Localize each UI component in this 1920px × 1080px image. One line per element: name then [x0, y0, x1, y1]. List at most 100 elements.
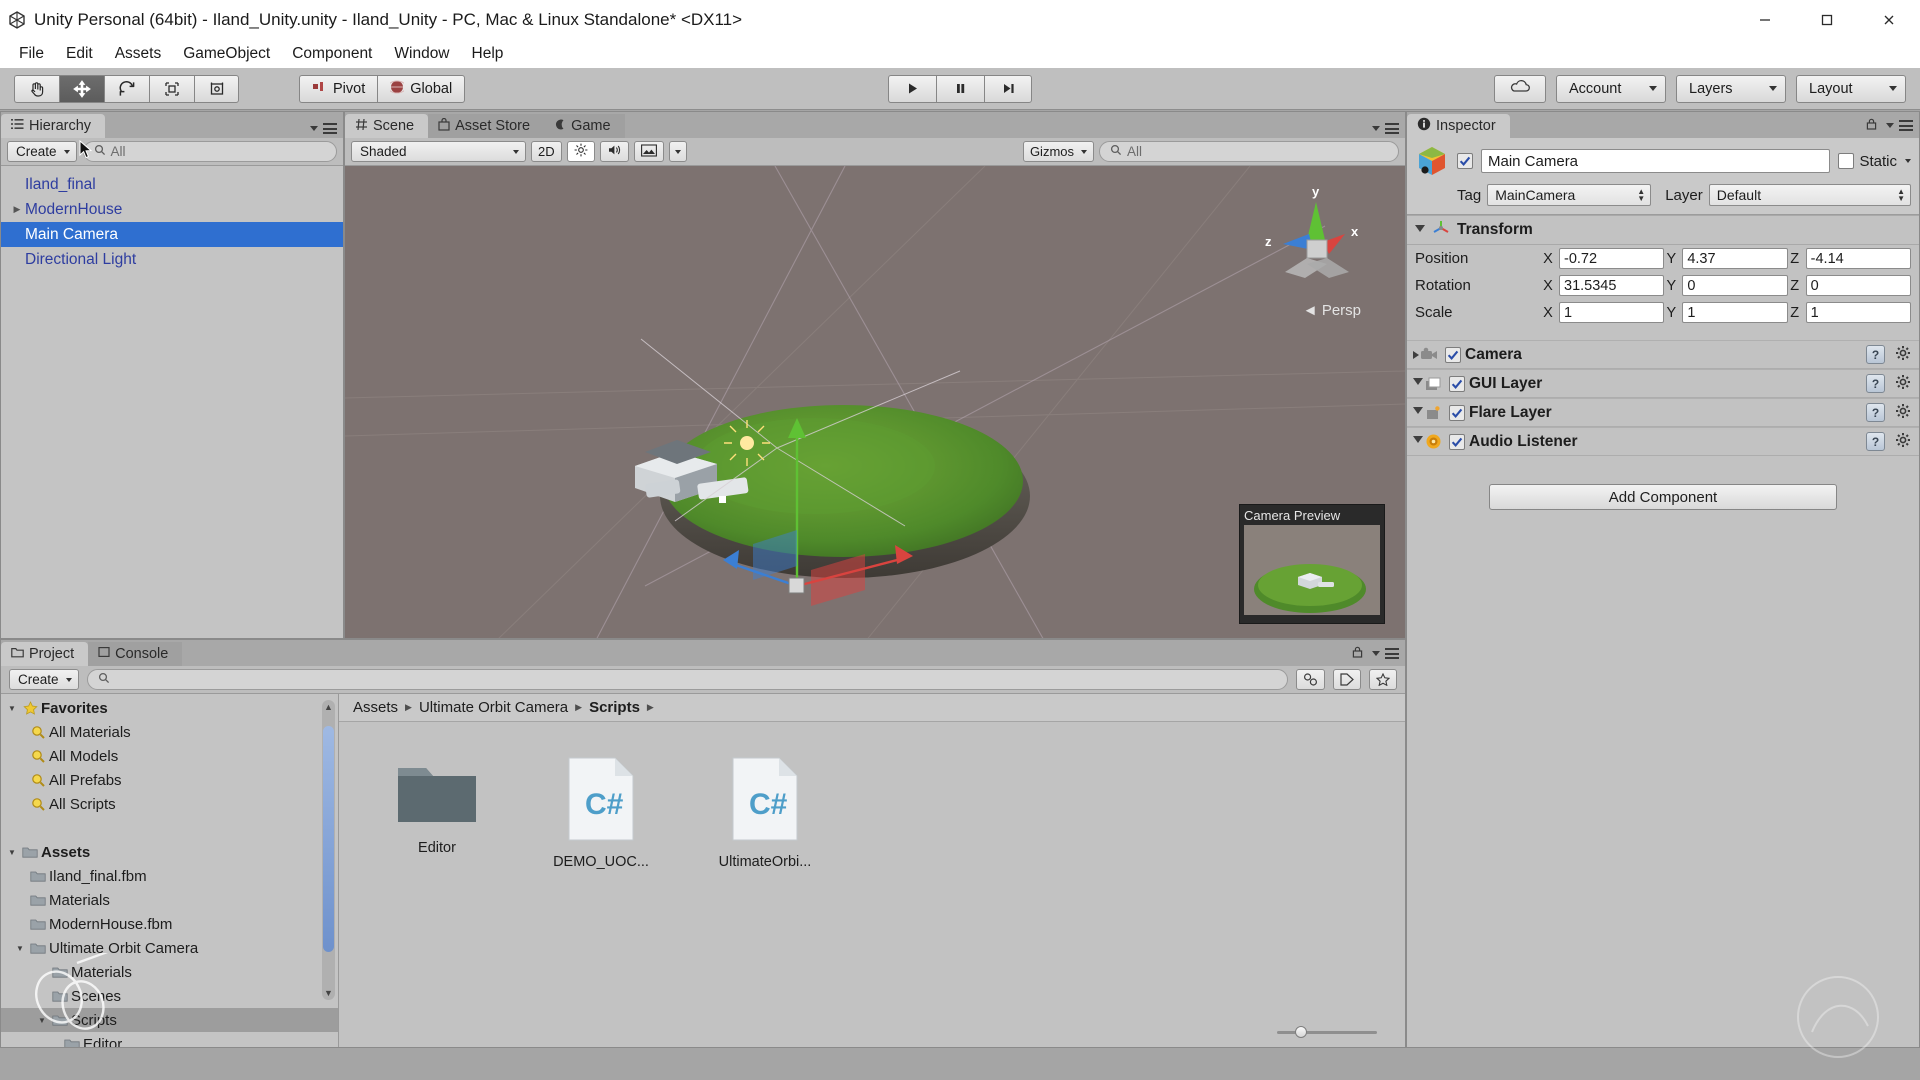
menu-assets[interactable]: Assets [104, 43, 173, 65]
gear-icon[interactable] [1895, 374, 1911, 394]
scale-z-input[interactable]: 1 [1805, 302, 1911, 323]
scrollbar-thumb[interactable] [323, 726, 334, 952]
help-icon[interactable]: ? [1866, 345, 1885, 364]
layout-button[interactable]: Layout [1796, 74, 1906, 103]
tree-item-all-scripts[interactable]: All Scripts [1, 792, 338, 816]
layer-dropdown[interactable]: Default ▲ ▼ [1708, 184, 1911, 206]
breadcrumb-scripts[interactable]: Scripts [589, 699, 640, 716]
menu-gameobject[interactable]: GameObject [172, 43, 281, 65]
static-toggle-group[interactable]: Static [1838, 153, 1911, 170]
effects-toggle-button[interactable] [633, 141, 664, 162]
2d-toggle-button[interactable]: 2D [531, 141, 562, 162]
position-x-input[interactable]: -0.72 [1559, 248, 1665, 269]
hierarchy-item-iland-final[interactable]: Iland_final [1, 172, 343, 197]
add-component-button[interactable]: Add Component [1489, 484, 1837, 510]
scene-search-input[interactable]: All [1099, 141, 1399, 162]
tree-item-all-models[interactable]: All Models [1, 744, 338, 768]
scene-viewport[interactable]: y z x ◄ Persp Camera Preview [345, 166, 1405, 638]
tab-asset-store[interactable]: Asset Store [428, 114, 545, 138]
menu-component[interactable]: Component [281, 43, 383, 65]
position-z-input[interactable]: -4.14 [1805, 248, 1911, 269]
component-enabled-checkbox[interactable] [1449, 404, 1465, 421]
filter-by-label-button[interactable] [1333, 669, 1361, 690]
hierarchy-item-main-camera[interactable]: Main Camera [1, 222, 343, 247]
shading-mode-dropdown[interactable]: Shaded [351, 141, 526, 162]
tree-item-favorites[interactable]: ▼ Favorites [1, 696, 338, 720]
gear-icon[interactable] [1895, 345, 1911, 365]
tree-item-iland-final-fbm[interactable]: Iland_final.fbm [1, 864, 338, 888]
tree-item-all-prefabs[interactable]: All Prefabs [1, 768, 338, 792]
menu-help[interactable]: Help [461, 43, 515, 65]
foldout-icon[interactable] [1413, 378, 1423, 389]
close-button[interactable] [1858, 0, 1920, 40]
slider-knob[interactable] [1295, 1026, 1307, 1038]
tab-inspector[interactable]: Inspector [1407, 114, 1510, 138]
transform-header[interactable]: Transform [1407, 215, 1919, 245]
component-row-camera[interactable]: Camera ? [1407, 340, 1919, 369]
inspector-panel-menu[interactable] [1866, 117, 1913, 134]
lock-icon[interactable] [1866, 117, 1877, 134]
gameobject-name-input[interactable]: Main Camera [1481, 149, 1831, 173]
hand-tool-button[interactable] [14, 74, 59, 103]
scale-x-input[interactable]: 1 [1559, 302, 1665, 323]
tab-game[interactable]: Game [544, 114, 625, 138]
layers-button[interactable]: Layers [1676, 74, 1786, 103]
rotation-y-input[interactable]: 0 [1682, 275, 1788, 296]
scale-y-input[interactable]: 1 [1682, 302, 1788, 323]
audio-toggle-button[interactable] [599, 141, 629, 162]
pivot-toggle-button[interactable]: Pivot [299, 74, 378, 103]
rotate-tool-button[interactable] [104, 74, 149, 103]
scale-tool-button[interactable] [149, 74, 194, 103]
pause-button[interactable] [936, 74, 984, 103]
project-create-button[interactable]: Create [9, 669, 79, 690]
hierarchy-item-directional-light[interactable]: Directional Light [1, 247, 343, 272]
asset-item-ultimateorbit[interactable]: C# UltimateOrbi... [701, 756, 829, 870]
effects-dropdown-button[interactable] [668, 141, 687, 162]
gizmos-dropdown-button[interactable]: Gizmos [1022, 141, 1094, 162]
breadcrumb-ultimate-orbit-camera[interactable]: Ultimate Orbit Camera [419, 699, 568, 716]
breadcrumb-assets[interactable]: Assets [353, 699, 398, 716]
hierarchy-search-input[interactable]: All [82, 141, 337, 162]
minimize-button[interactable] [1734, 0, 1796, 40]
tree-item-all-materials[interactable]: All Materials [1, 720, 338, 744]
scene-panel-menu[interactable] [1372, 123, 1399, 134]
hierarchy-panel-menu[interactable] [310, 123, 337, 134]
scene-projection-label[interactable]: ◄ Persp [1303, 302, 1361, 319]
menu-window[interactable]: Window [383, 43, 460, 65]
help-icon[interactable]: ? [1866, 403, 1885, 422]
account-button[interactable]: Account [1556, 74, 1666, 103]
maximize-button[interactable] [1796, 0, 1858, 40]
menu-edit[interactable]: Edit [55, 43, 104, 65]
project-search-input[interactable] [86, 669, 1288, 690]
position-y-input[interactable]: 4.37 [1682, 248, 1788, 269]
chevron-down-icon[interactable]: ▼ [13, 944, 27, 953]
component-enabled-checkbox[interactable] [1445, 346, 1461, 363]
move-tool-button[interactable] [59, 74, 104, 103]
project-panel-menu[interactable] [1352, 645, 1399, 662]
chevron-right-icon[interactable]: ▶ [9, 204, 25, 215]
component-row-gui-layer[interactable]: GUI Layer ? [1407, 369, 1919, 398]
chevron-down-icon[interactable]: ▼ [5, 704, 19, 713]
project-tree-scrollbar[interactable]: ▲ ▼ [322, 700, 335, 1000]
tab-scene[interactable]: Scene [345, 114, 429, 138]
rect-transform-tool-button[interactable] [194, 74, 239, 103]
hierarchy-create-button[interactable]: Create [7, 141, 77, 162]
component-row-audio-listener[interactable]: Audio Listener ? [1407, 427, 1919, 456]
chevron-down-icon[interactable] [1905, 159, 1911, 163]
tree-item-assets[interactable]: ▼ Assets [1, 840, 338, 864]
gameobject-enabled-checkbox[interactable] [1457, 153, 1473, 169]
tree-item-modernhouse-fbm[interactable]: ModernHouse.fbm [1, 912, 338, 936]
filter-by-type-button[interactable] [1296, 669, 1325, 690]
scene-orientation-gizmo[interactable]: y z x [1259, 182, 1369, 292]
asset-size-slider[interactable] [1277, 1025, 1377, 1039]
chevron-down-icon[interactable]: ▼ [5, 848, 19, 857]
help-icon[interactable]: ? [1866, 374, 1885, 393]
menu-file[interactable]: File [8, 43, 55, 65]
tab-project[interactable]: Project [1, 642, 89, 666]
component-enabled-checkbox[interactable] [1449, 375, 1465, 392]
gear-icon[interactable] [1895, 432, 1911, 452]
global-toggle-button[interactable]: Global [377, 74, 466, 103]
play-button[interactable] [888, 74, 936, 103]
tree-item-materials[interactable]: Materials [1, 888, 338, 912]
hierarchy-item-modernhouse[interactable]: ▶ ModernHouse [1, 197, 343, 222]
